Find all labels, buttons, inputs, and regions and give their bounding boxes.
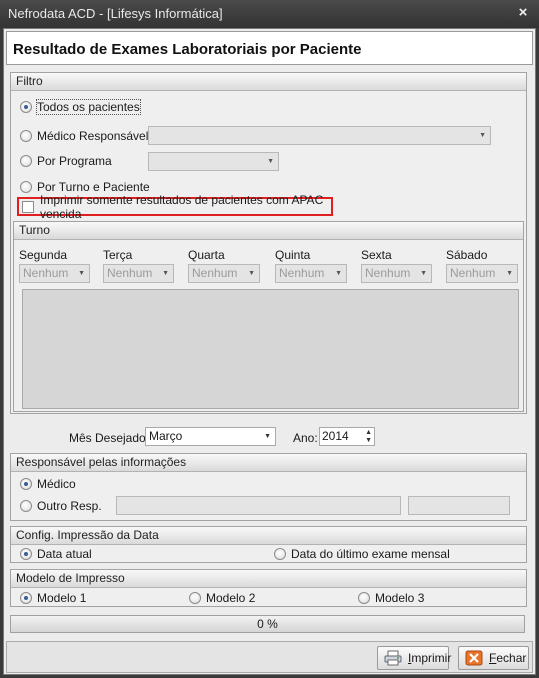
chevron-down-icon: ▼ bbox=[264, 433, 271, 440]
radio-todos-pacientes[interactable]: Todos os pacientes bbox=[20, 99, 141, 115]
radio-unchecked-icon bbox=[358, 592, 370, 604]
imprimir-label: Imprimir bbox=[408, 651, 452, 665]
programa-select[interactable]: ▼ bbox=[148, 152, 279, 171]
radio-data-ultimo-exame[interactable]: Data do último exame mensal bbox=[274, 546, 450, 562]
radio-outro-resp[interactable]: Outro Resp. bbox=[20, 498, 102, 514]
turno-select-value: Nenhum bbox=[365, 266, 411, 280]
outro-resp-id-field[interactable] bbox=[408, 496, 510, 515]
radio-checked-icon bbox=[20, 548, 32, 560]
radio-checked-icon bbox=[20, 478, 32, 490]
turno-group-title: Turno bbox=[14, 222, 523, 240]
day-label-quinta: Quinta bbox=[275, 248, 311, 262]
responsavel-group-title: Responsável pelas informações bbox=[11, 454, 526, 472]
footer-bar: Imprimir Fechar bbox=[6, 641, 533, 673]
chevron-down-icon: ▼ bbox=[248, 270, 255, 277]
chevron-down-icon: ▼ bbox=[267, 158, 274, 165]
radio-modelo-1[interactable]: Modelo 1 bbox=[20, 590, 86, 606]
turno-select-value: Nenhum bbox=[450, 266, 496, 280]
radio-modelo-1-label: Modelo 1 bbox=[37, 591, 87, 605]
close-icon bbox=[465, 650, 483, 666]
turno-select-terca[interactable]: Nenhum ▼ bbox=[103, 264, 174, 283]
radio-todos-label: Todos os pacientes bbox=[36, 99, 141, 115]
spin-up-icon[interactable]: ▲ bbox=[365, 429, 372, 436]
chevron-down-icon: ▼ bbox=[420, 270, 427, 277]
radio-data-atual-label: Data atual bbox=[37, 547, 92, 561]
fechar-button[interactable]: Fechar bbox=[458, 646, 529, 670]
radio-data-atual[interactable]: Data atual bbox=[20, 546, 92, 562]
ano-value: 2014 bbox=[322, 429, 349, 443]
modelo-group: Modelo de Impresso Modelo 1 Modelo 2 Mod… bbox=[10, 569, 527, 607]
chevron-down-icon: ▼ bbox=[162, 270, 169, 277]
radio-unchecked-icon bbox=[20, 181, 32, 193]
fechar-label: Fechar bbox=[489, 651, 527, 665]
day-label-terca: Terça bbox=[103, 248, 133, 262]
chevron-down-icon: ▼ bbox=[506, 270, 513, 277]
page-title: Resultado de Exames Laboratoriais por Pa… bbox=[13, 41, 362, 58]
mes-label: Mês Desejado: bbox=[69, 431, 150, 445]
progress-label: 0 % bbox=[257, 617, 278, 631]
config-data-group-title: Config. Impressão da Data bbox=[11, 527, 526, 545]
printer-icon bbox=[384, 650, 402, 666]
ano-spinner[interactable]: 2014 ▲ ▼ bbox=[319, 427, 375, 446]
turno-select-value: Nenhum bbox=[279, 266, 325, 280]
radio-medico-label: Médico Responsável: bbox=[37, 129, 152, 143]
radio-unchecked-icon bbox=[20, 155, 32, 167]
imprimir-button[interactable]: Imprimir bbox=[377, 646, 452, 670]
radio-checked-icon bbox=[20, 592, 32, 604]
chevron-down-icon: ▼ bbox=[479, 132, 486, 139]
day-label-quarta: Quarta bbox=[188, 248, 225, 262]
modelo-group-title: Modelo de Impresso bbox=[11, 570, 526, 588]
turno-select-segunda[interactable]: Nenhum ▼ bbox=[19, 264, 90, 283]
mes-value: Março bbox=[149, 429, 183, 443]
day-label-sabado: Sábado bbox=[446, 248, 488, 262]
day-label-sexta: Sexta bbox=[361, 248, 392, 262]
radio-modelo-2[interactable]: Modelo 2 bbox=[189, 590, 255, 606]
radio-checked-icon bbox=[20, 101, 32, 113]
radio-por-programa[interactable]: Por Programa bbox=[20, 153, 112, 169]
filtro-group: Filtro Todos os pacientes Médico Respons… bbox=[10, 72, 527, 414]
turno-select-sexta[interactable]: Nenhum ▼ bbox=[361, 264, 432, 283]
chevron-down-icon: ▼ bbox=[335, 270, 342, 277]
turno-select-sabado[interactable]: Nenhum ▼ bbox=[446, 264, 518, 283]
apac-checkbox[interactable]: Imprimir somente resultados de pacientes… bbox=[17, 193, 333, 221]
radio-unchecked-icon bbox=[274, 548, 286, 560]
progress-bar: 0 % bbox=[10, 615, 525, 633]
turno-select-value: Nenhum bbox=[107, 266, 153, 280]
filtro-group-title: Filtro bbox=[11, 73, 526, 91]
radio-outro-label: Outro Resp. bbox=[37, 499, 102, 513]
radio-data-ultimo-label: Data do último exame mensal bbox=[291, 547, 450, 561]
chevron-down-icon: ▼ bbox=[78, 270, 85, 277]
radio-programa-label: Por Programa bbox=[37, 154, 112, 168]
ano-label: Ano: bbox=[293, 431, 318, 445]
config-data-group: Config. Impressão da Data Data atual Dat… bbox=[10, 526, 527, 563]
page-header: Resultado de Exames Laboratoriais por Pa… bbox=[6, 31, 533, 65]
radio-medico-responsavel[interactable]: Médico Responsável: bbox=[20, 128, 152, 144]
close-icon[interactable]: × bbox=[516, 5, 530, 21]
radio-modelo-2-label: Modelo 2 bbox=[206, 591, 256, 605]
pacientes-list[interactable] bbox=[22, 289, 519, 409]
responsavel-group: Responsável pelas informações Médico Out… bbox=[10, 453, 527, 521]
radio-modelo-3-label: Modelo 3 bbox=[375, 591, 425, 605]
radio-unchecked-icon bbox=[20, 500, 32, 512]
turno-select-quarta[interactable]: Nenhum ▼ bbox=[188, 264, 260, 283]
radio-unchecked-icon bbox=[189, 592, 201, 604]
radio-medico-label: Médico bbox=[37, 477, 76, 491]
turno-select-value: Nenhum bbox=[23, 266, 69, 280]
radio-unchecked-icon bbox=[20, 130, 32, 142]
day-label-segunda: Segunda bbox=[19, 248, 68, 262]
checkbox-unchecked-icon bbox=[22, 200, 34, 213]
dialog-client: Resultado de Exames Laboratoriais por Pa… bbox=[3, 28, 536, 675]
radio-medico[interactable]: Médico bbox=[20, 476, 76, 492]
mes-select[interactable]: Março ▼ bbox=[145, 427, 276, 446]
turno-group: Turno Segunda Terça Quarta Quinta Sexta … bbox=[13, 221, 524, 412]
window-titlebar: Nefrodata ACD - [Lifesys Informática] × bbox=[0, 0, 539, 28]
window-title: Nefrodata ACD - [Lifesys Informática] bbox=[8, 6, 223, 21]
spin-down-icon[interactable]: ▼ bbox=[365, 437, 372, 444]
radio-modelo-3[interactable]: Modelo 3 bbox=[358, 590, 424, 606]
turno-select-value: Nenhum bbox=[192, 266, 238, 280]
turno-select-quinta[interactable]: Nenhum ▼ bbox=[275, 264, 347, 283]
outro-resp-name-field[interactable] bbox=[116, 496, 401, 515]
medico-select[interactable]: ▼ bbox=[148, 126, 491, 145]
apac-checkbox-label: Imprimir somente resultados de pacientes… bbox=[40, 192, 324, 221]
